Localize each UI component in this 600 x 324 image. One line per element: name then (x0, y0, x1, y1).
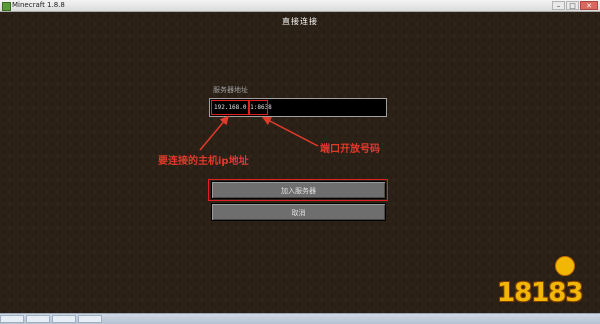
taskbar (0, 313, 600, 324)
ip-arrow (199, 115, 229, 151)
join-server-button[interactable]: 加入服务器 (211, 181, 386, 199)
cancel-button[interactable]: 取消 (211, 203, 386, 221)
port-arrow (262, 116, 319, 147)
taskbar-item[interactable] (0, 315, 24, 323)
sun-icon (555, 256, 575, 276)
taskbar-item[interactable] (78, 315, 102, 323)
watermark-text: 18183 (497, 278, 583, 308)
taskbar-item[interactable] (26, 315, 50, 323)
taskbar-item[interactable] (52, 315, 76, 323)
port-annotation: 端口开放号码 (320, 144, 380, 155)
watermark-logo: 18183 (497, 256, 592, 308)
ip-annotation: 要连接的主机ip地址 (158, 156, 249, 167)
